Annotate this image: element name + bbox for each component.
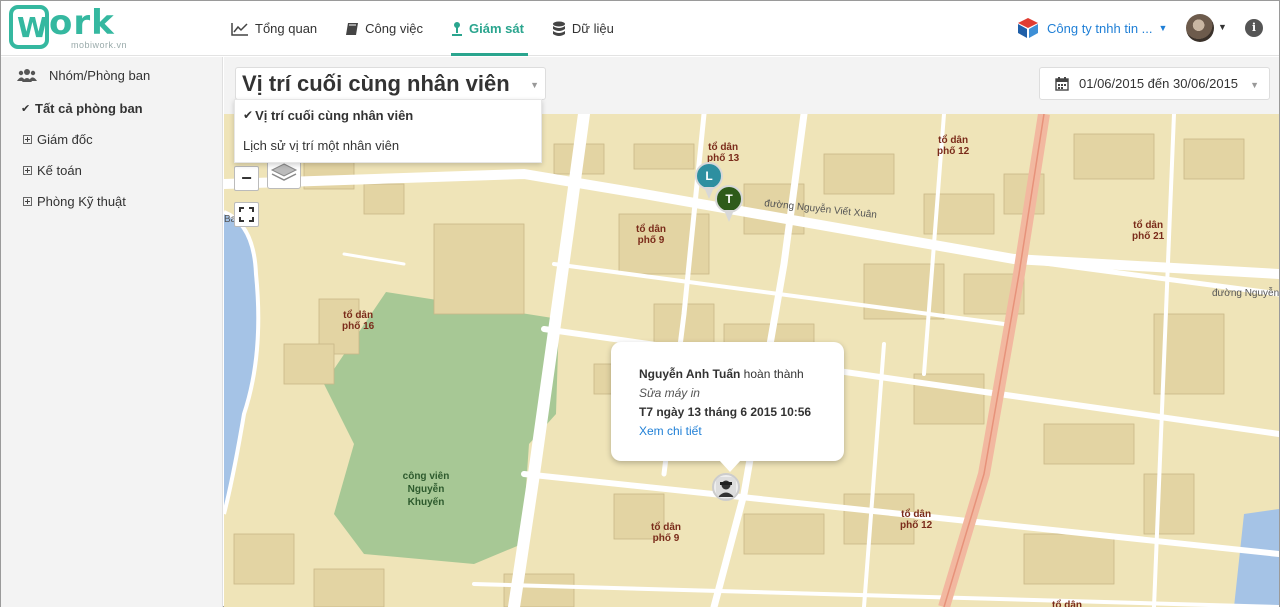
info-icon[interactable]: i: [1245, 19, 1263, 37]
sidebar-item-phong-ky-thuat[interactable]: Phòng Kỹ thuật: [1, 186, 222, 217]
district-label-line: phố 12: [900, 520, 933, 531]
line-chart-icon: [231, 22, 248, 36]
district-label-line: tổ dân: [1052, 600, 1082, 607]
logo-w-mark: W: [9, 5, 49, 49]
nav-du-lieu[interactable]: Dữ liệu: [552, 1, 628, 56]
zoom-out-button[interactable]: −: [234, 166, 259, 191]
task-datetime: T7 ngày 13 tháng 6 2015 10:56: [639, 405, 812, 419]
district-label-line: tổ dân: [651, 522, 681, 533]
sidebar-header: Nhóm/Phòng ban: [1, 57, 222, 93]
task-name: Sửa máy in: [639, 386, 700, 400]
check-icon: ✔: [243, 108, 254, 122]
date-range-picker[interactable]: 01/06/2015 đến 30/06/2015 ▼: [1039, 67, 1270, 100]
district-label-line: tổ dân: [343, 310, 374, 321]
district-label-line: tổ dân: [938, 135, 969, 146]
nav-cong-viec[interactable]: Công việc: [345, 1, 437, 56]
database-icon: [552, 21, 565, 36]
sidebar-item-giam-doc[interactable]: Giám đốc: [1, 124, 222, 155]
check-icon: ✔: [21, 103, 31, 115]
date-range-value: 01/06/2015 đến 30/06/2015: [1079, 76, 1239, 91]
expand-plus-icon[interactable]: [23, 135, 32, 144]
sidebar-item-label: Phòng Kỹ thuật: [37, 194, 126, 209]
expand-plus-icon[interactable]: [23, 166, 32, 175]
chevron-down-icon: ▼: [1250, 80, 1259, 90]
view-option-label: Vị trí cuối cùng nhân viên: [255, 107, 414, 123]
district-label: tổ dân phố 13: [707, 142, 739, 164]
district-label-line: tổ dân: [901, 509, 932, 520]
fullscreen-button[interactable]: [234, 202, 259, 227]
users-group-icon: [17, 69, 37, 82]
view-option-history[interactable]: Lịch sử vị trí một nhân viên: [235, 130, 541, 160]
chevron-down-icon: ▼: [530, 80, 539, 90]
nav-tong-quan[interactable]: Tổng quan: [231, 1, 331, 56]
view-option-label: Lịch sử vị trí một nhân viên: [243, 137, 400, 153]
nav-label: Tổng quan: [255, 21, 318, 36]
district-label: tổ dân phố 12: [900, 509, 932, 531]
park-label: công viên Nguyễn Khuyến: [399, 470, 453, 509]
park-label-line: Khuyến: [407, 497, 445, 508]
district-label: tổ dân phố 9: [651, 522, 681, 544]
logo-w-letter: W: [17, 11, 48, 44]
logo-text: ork: [49, 3, 115, 43]
sidebar-item-ke-toan[interactable]: Kế toán: [1, 155, 222, 186]
view-mode-value: Vị trí cuối cùng nhân viên: [242, 70, 510, 96]
sidebar-item-label: Kế toán: [37, 163, 82, 178]
district-label: tổ dân: [1052, 600, 1082, 607]
park-label-line: Nguyễn: [407, 484, 445, 495]
nav-label: Công việc: [365, 21, 423, 36]
district-label-line: tổ dân: [636, 224, 666, 235]
view-mode-select[interactable]: Vị trí cuối cùng nhân viên ▼: [235, 67, 546, 100]
chevron-down-icon[interactable]: ▼: [1218, 22, 1227, 32]
nav-label: Dữ liệu: [571, 21, 614, 36]
nav-giam-sat[interactable]: Giám sát: [450, 1, 538, 56]
employee-info-popup: Nguyễn Anh Tuấn hoàn thành Sửa máy in T7…: [611, 342, 844, 472]
view-details-link[interactable]: Xem chi tiết: [639, 422, 844, 441]
person-photo-icon: [716, 477, 736, 497]
view-option-last-position[interactable]: ✔ Vị trí cuối cùng nhân viên: [235, 100, 541, 130]
calendar-icon: [1055, 77, 1069, 91]
sidebar-item-all-departments[interactable]: ✔ Tất cả phòng ban: [1, 93, 222, 124]
nav-label: Giám sát: [468, 21, 524, 36]
employee-photo-marker[interactable]: [712, 473, 740, 501]
sidebar: Nhóm/Phòng ban ✔ Tất cả phòng ban Giám đ…: [1, 57, 223, 607]
chevron-down-icon: ▼: [1158, 23, 1168, 33]
mobiwork-logo[interactable]: W ork mobiwork.vn: [9, 3, 139, 53]
park-label-line: công viên: [402, 471, 450, 482]
company-name: Công ty tnhh tin ...: [1047, 20, 1153, 36]
employee-name: Nguyễn Anh Tuấn: [639, 367, 741, 381]
district-label: tổ dân phố 16: [342, 310, 374, 332]
street-label: đường Nguyễn: [1212, 288, 1279, 299]
employee-marker-l[interactable]: L: [695, 162, 723, 199]
district-label: tổ dân phố 12: [937, 135, 969, 157]
district-label-line: tổ dân: [1133, 220, 1164, 231]
top-bar: W ork mobiwork.vn Tổng quan Công việc Gi…: [1, 1, 1279, 56]
sidebar-title: Nhóm/Phòng ban: [49, 67, 151, 83]
district-label-line: tổ dân: [708, 142, 739, 153]
district-label: tổ dân phố 9: [636, 224, 666, 246]
main-nav: Tổng quan Công việc Giám sát Dữ liệu: [231, 1, 642, 56]
district-label-line: phố 9: [637, 235, 665, 246]
district-label-line: phố 21: [1132, 231, 1165, 242]
employee-marker-t[interactable]: T: [715, 185, 743, 222]
district-label: tổ dân phố 21: [1132, 220, 1164, 242]
district-label-line: phố 16: [342, 321, 375, 332]
fullscreen-icon: [239, 207, 254, 222]
user-avatar[interactable]: [1186, 14, 1214, 42]
sidebar-item-label: Giám đốc: [37, 132, 93, 147]
company-selector[interactable]: Công ty tnhh tin ... ▼: [1016, 16, 1167, 40]
expand-plus-icon[interactable]: [23, 197, 32, 206]
view-mode-dropdown: ✔ Vị trí cuối cùng nhân viên Lịch sử vị …: [234, 99, 542, 163]
company-logo-icon: [1018, 18, 1038, 38]
district-label-line: phố 12: [937, 146, 970, 157]
logo-subtitle: mobiwork.vn: [71, 40, 128, 50]
district-label-line: phố 9: [652, 533, 680, 544]
sidebar-item-label: Tất cả phòng ban: [35, 101, 143, 116]
location-pin-icon: [451, 21, 462, 36]
book-icon: [346, 22, 359, 35]
task-status: hoàn thành: [743, 367, 804, 381]
